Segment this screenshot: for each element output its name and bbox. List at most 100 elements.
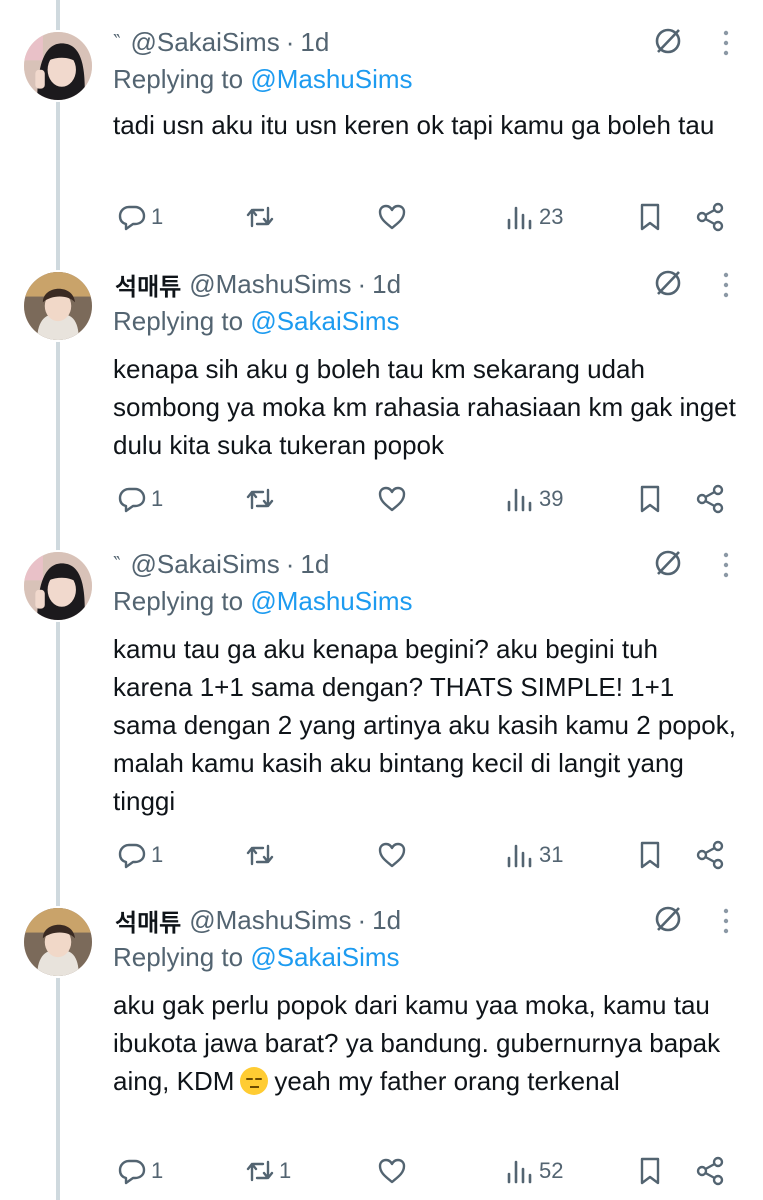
- share-button[interactable]: [695, 838, 725, 872]
- reply-button[interactable]: 1: [117, 482, 163, 516]
- views-button[interactable]: 31: [505, 838, 563, 872]
- retweet-button[interactable]: 1: [245, 1154, 291, 1188]
- handle[interactable]: @MashuSims: [189, 905, 351, 936]
- action-bar: 1 31: [113, 838, 743, 872]
- separator-dot: ·: [357, 904, 367, 935]
- more-icon[interactable]: [716, 550, 736, 580]
- retweet-icon: [246, 1160, 274, 1182]
- grok-icon[interactable]: [653, 904, 683, 934]
- boy-avatar-image: [24, 908, 92, 976]
- retweet-icon: [246, 488, 274, 510]
- action-bar: 1 1 52: [113, 1154, 743, 1188]
- bookmark-button[interactable]: [635, 1154, 665, 1188]
- like-icon: [378, 204, 406, 230]
- name-prefix: ‶: [113, 31, 121, 54]
- bookmark-button[interactable]: [635, 838, 665, 872]
- views-icon: [507, 844, 532, 868]
- replying-to: Replying to @MashuSims: [113, 586, 413, 617]
- bookmark-button[interactable]: [635, 200, 665, 234]
- views-icon: [507, 1160, 532, 1184]
- like-button[interactable]: [377, 482, 411, 516]
- view-count: 23: [539, 204, 564, 229]
- mention-link[interactable]: @MashuSims: [250, 64, 412, 94]
- retweet-button[interactable]: [245, 482, 279, 516]
- reply-icon: [118, 843, 146, 869]
- views-button[interactable]: 23: [505, 200, 563, 234]
- replying-label: Replying to: [113, 64, 251, 94]
- share-icon: [696, 202, 724, 232]
- views-button[interactable]: 39: [505, 482, 563, 516]
- view-count: 31: [539, 842, 564, 867]
- reply-count: 1: [151, 1158, 164, 1183]
- separator-dot: ·: [285, 26, 295, 57]
- share-icon: [696, 840, 724, 870]
- replying-to: Replying to @SakaiSims: [113, 306, 400, 337]
- share-button[interactable]: [695, 200, 725, 234]
- reply-icon: [118, 1159, 146, 1185]
- reply-icon: [118, 205, 146, 231]
- retweet-button[interactable]: [245, 838, 279, 872]
- tweet-text: kenapa sih aku g boleh tau km sekarang u…: [113, 354, 736, 460]
- timestamp[interactable]: 1d: [300, 549, 329, 580]
- handle[interactable]: @SakaiSims: [130, 549, 279, 580]
- retweet-icon: [246, 206, 274, 228]
- grok-icon[interactable]: [653, 548, 683, 578]
- reply-count: 1: [151, 486, 164, 511]
- separator-dot: ·: [285, 548, 295, 579]
- like-icon: [378, 486, 406, 512]
- retweet-button[interactable]: [245, 200, 279, 234]
- boy-avatar-image: [24, 272, 92, 340]
- share-icon: [696, 1156, 724, 1186]
- grok-icon[interactable]: [653, 268, 683, 298]
- display-name[interactable]: 석매튜: [115, 267, 181, 302]
- share-button[interactable]: [695, 1154, 725, 1188]
- like-button[interactable]: [377, 1154, 411, 1188]
- views-icon: [507, 488, 532, 512]
- reply-button[interactable]: 1: [117, 1154, 163, 1188]
- like-button[interactable]: [377, 200, 411, 234]
- tweet-text: tadi usn aku itu usn keren ok tapi kamu …: [113, 110, 715, 140]
- replying-label: Replying to: [113, 306, 251, 336]
- display-name[interactable]: 석매튜: [115, 903, 181, 938]
- handle[interactable]: @MashuSims: [189, 269, 351, 300]
- grok-icon[interactable]: [653, 26, 683, 56]
- action-bar: 1 39: [113, 482, 743, 516]
- view-count: 39: [539, 486, 564, 511]
- avatar[interactable]: [22, 550, 94, 622]
- reply-button[interactable]: 1: [117, 200, 163, 234]
- like-button[interactable]: [377, 838, 411, 872]
- replying-label: Replying to: [113, 586, 251, 616]
- replying-label: Replying to: [113, 942, 251, 972]
- reply-icon: [118, 487, 146, 513]
- tweet-header: 석매튜 @MashuSims · 1d: [113, 266, 401, 302]
- avatar[interactable]: [22, 30, 94, 102]
- timestamp[interactable]: 1d: [300, 27, 329, 58]
- avatar[interactable]: [22, 270, 94, 342]
- more-icon[interactable]: [716, 270, 736, 300]
- replying-to: Replying to @MashuSims: [113, 64, 413, 95]
- action-bar: 1 23: [113, 200, 743, 234]
- tweet-text: kamu tau ga aku kenapa begini? aku begin…: [113, 634, 736, 816]
- view-count: 52: [539, 1158, 564, 1183]
- tweet-header: ‶ @SakaiSims · 1d: [113, 24, 329, 60]
- views-button[interactable]: 52: [505, 1154, 563, 1188]
- bookmark-icon: [640, 841, 660, 869]
- bookmark-icon: [640, 203, 660, 231]
- more-icon[interactable]: [716, 28, 736, 58]
- girl-avatar-image: [24, 552, 92, 620]
- mention-link[interactable]: @MashuSims: [250, 586, 412, 616]
- reply-button[interactable]: 1: [117, 838, 163, 872]
- share-button[interactable]: [695, 482, 725, 516]
- mention-link[interactable]: @SakaiSims: [250, 306, 399, 336]
- bookmark-button[interactable]: [635, 482, 665, 516]
- more-icon[interactable]: [716, 906, 736, 936]
- handle[interactable]: @SakaiSims: [130, 27, 279, 58]
- mention-link[interactable]: @SakaiSims: [250, 942, 399, 972]
- retweet-count: 1: [279, 1158, 292, 1183]
- reply-count: 1: [151, 204, 164, 229]
- timestamp[interactable]: 1d: [372, 269, 401, 300]
- bookmark-icon: [640, 1157, 660, 1185]
- name-prefix: ‶: [113, 553, 121, 576]
- avatar[interactable]: [22, 906, 94, 978]
- timestamp[interactable]: 1d: [372, 905, 401, 936]
